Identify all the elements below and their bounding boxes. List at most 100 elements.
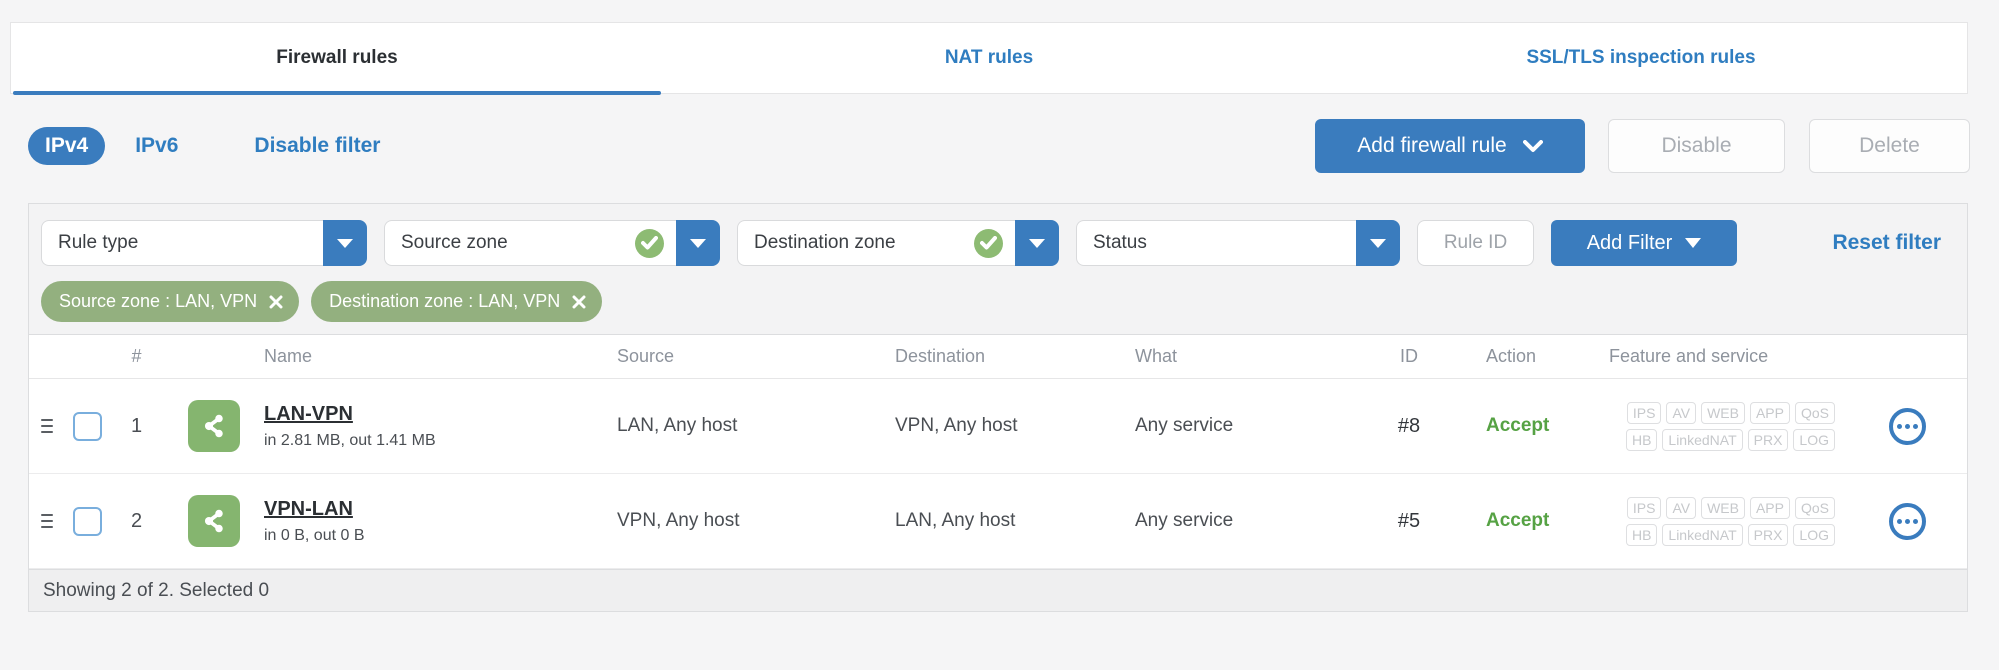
check-circle-icon	[635, 228, 664, 258]
add-filter-label: Add Filter	[1586, 231, 1673, 254]
row-menu-cell	[1877, 502, 1967, 540]
status-label: Status	[1093, 232, 1147, 253]
status-field[interactable]: Status	[1076, 220, 1356, 266]
badge-ips: IPS	[1626, 401, 1662, 424]
rule-name-cell: VPN-LAN in 0 B, out 0 B	[264, 498, 589, 545]
badge-app: APP	[1749, 496, 1790, 519]
add-filter-button[interactable]: Add Filter	[1551, 220, 1737, 266]
tab-firewall-rules[interactable]: Firewall rules	[11, 23, 663, 95]
rule-destination: LAN, Any host	[895, 510, 1016, 531]
delete-button[interactable]: Delete	[1809, 119, 1970, 173]
badge-hb: HB	[1625, 428, 1658, 451]
filter-chip-source-zone[interactable]: Source zone : LAN, VPN	[41, 281, 300, 322]
row-count-summary: Showing 2 of 2. Selected 0	[43, 579, 270, 601]
caret-down-icon	[1685, 238, 1702, 248]
header-feature: Feature and service	[1609, 346, 1769, 366]
badge-app: APP	[1749, 401, 1790, 424]
row-checkbox[interactable]	[72, 506, 102, 536]
rule-name-cell: LAN-VPN in 2.81 MB, out 1.41 MB	[264, 403, 589, 450]
table-footer: Showing 2 of 2. Selected 0	[29, 569, 1967, 611]
ellipsis-menu-icon[interactable]	[1889, 407, 1926, 445]
header-num: #	[131, 346, 142, 366]
destination-zone-label: Destination zone	[754, 232, 896, 253]
rule-id-input[interactable]	[1417, 220, 1534, 266]
feature-badges: IPS AV WEB APP QoS HB LinkedNAT PRX LOG	[1609, 401, 1877, 451]
badge-log: LOG	[1793, 523, 1835, 546]
rule-id: #8	[1397, 414, 1421, 437]
active-filter-chips: Source zone : LAN, VPN Destination zone …	[29, 266, 1967, 334]
tab-label: SSL/TLS inspection rules	[1526, 47, 1756, 68]
badge-hb: HB	[1625, 523, 1658, 546]
tab-label: Firewall rules	[276, 47, 398, 68]
badge-prx: PRX	[1747, 523, 1789, 546]
badge-log: LOG	[1793, 428, 1835, 451]
rule-destination: VPN, Any host	[895, 415, 1018, 436]
header-id: ID	[1400, 346, 1418, 366]
badge-qos: QoS	[1794, 401, 1835, 424]
rule-action: Accept	[1486, 415, 1550, 436]
rule-id: #5	[1397, 509, 1421, 532]
header-source: Source	[617, 346, 675, 366]
firewall-rules-panel: Rule type Source zone Destination zone S…	[28, 203, 1968, 612]
badge-av: AV	[1666, 401, 1697, 424]
rule-position: 1	[130, 414, 143, 437]
check-circle-icon	[974, 228, 1003, 258]
filter-row: Rule type Source zone Destination zone S…	[29, 204, 1967, 266]
firewall-rules-table: # Name Source Destination What ID Action…	[29, 334, 1967, 611]
tab-label: NAT rules	[944, 47, 1034, 68]
destination-zone-dropdown-button[interactable]	[1015, 220, 1059, 266]
filter-chip-label: Source zone : LAN, VPN	[59, 291, 258, 311]
add-firewall-rule-label: Add firewall rule	[1357, 134, 1507, 157]
badge-ips: IPS	[1626, 496, 1662, 519]
table-row: 2 VPN-LAN in 0 B, out 0 B VPN, Any host …	[29, 474, 1967, 569]
rule-type-field[interactable]: Rule type	[41, 220, 323, 266]
ellipsis-menu-icon[interactable]	[1889, 502, 1926, 540]
status-dropdown-button[interactable]	[1356, 220, 1400, 266]
table-row: 1 LAN-VPN in 2.81 MB, out 1.41 MB LAN, A…	[29, 379, 1967, 474]
source-zone-dropdown-button[interactable]	[676, 220, 720, 266]
share-nodes-icon	[188, 400, 240, 452]
rule-what: Any service	[1135, 510, 1234, 531]
source-zone-label: Source zone	[401, 232, 508, 253]
ipv6-toggle[interactable]: IPv6	[135, 134, 178, 158]
source-zone-field[interactable]: Source zone	[384, 220, 676, 266]
disable-button[interactable]: Disable	[1608, 119, 1785, 173]
ipv4-toggle[interactable]: IPv4	[28, 127, 106, 165]
source-zone-filter: Source zone	[384, 220, 720, 266]
tab-nat-rules[interactable]: NAT rules	[663, 23, 1315, 93]
reset-filter-link[interactable]: Reset filter	[1832, 231, 1941, 255]
destination-zone-field[interactable]: Destination zone	[737, 220, 1015, 266]
badge-web: WEB	[1701, 496, 1745, 519]
destination-zone-filter: Destination zone	[737, 220, 1059, 266]
rule-name-link[interactable]: VPN-LAN	[264, 498, 353, 521]
header-destination: Destination	[895, 346, 986, 366]
rule-name-link[interactable]: LAN-VPN	[264, 403, 353, 426]
rules-tabbar: Firewall rules NAT rules SSL/TLS inspect…	[10, 22, 1968, 95]
header-name: Name	[264, 346, 313, 366]
add-firewall-rule-button[interactable]: Add firewall rule	[1315, 119, 1585, 173]
drag-handle-icon[interactable]	[41, 514, 53, 528]
filter-chip-destination-zone[interactable]: Destination zone : LAN, VPN	[311, 281, 603, 322]
toolbar: IPv4 IPv6 Disable filter Add firewall ru…	[28, 118, 1970, 174]
badge-web: WEB	[1701, 401, 1745, 424]
rule-traffic: in 2.81 MB, out 1.41 MB	[264, 431, 436, 449]
drag-handle-icon[interactable]	[41, 419, 53, 433]
rule-action: Accept	[1486, 510, 1550, 531]
badge-prx: PRX	[1747, 428, 1789, 451]
badge-av: AV	[1666, 496, 1697, 519]
disable-filter-link[interactable]: Disable filter	[254, 134, 380, 158]
remove-filter-icon[interactable]	[572, 295, 586, 309]
rule-type-dropdown-button[interactable]	[323, 220, 367, 266]
rule-position: 2	[130, 509, 143, 532]
row-menu-cell	[1877, 407, 1967, 445]
badge-qos: QoS	[1794, 496, 1835, 519]
tab-ssl-tls-inspection-rules[interactable]: SSL/TLS inspection rules	[1315, 23, 1967, 93]
remove-filter-icon[interactable]	[269, 295, 283, 309]
rule-traffic: in 0 B, out 0 B	[264, 526, 365, 544]
rule-type-label: Rule type	[58, 232, 139, 253]
rule-source: VPN, Any host	[617, 510, 740, 531]
row-checkbox[interactable]	[72, 411, 102, 441]
chevron-down-icon	[1522, 139, 1543, 152]
rule-type-filter: Rule type	[41, 220, 367, 266]
header-action: Action	[1486, 346, 1537, 366]
